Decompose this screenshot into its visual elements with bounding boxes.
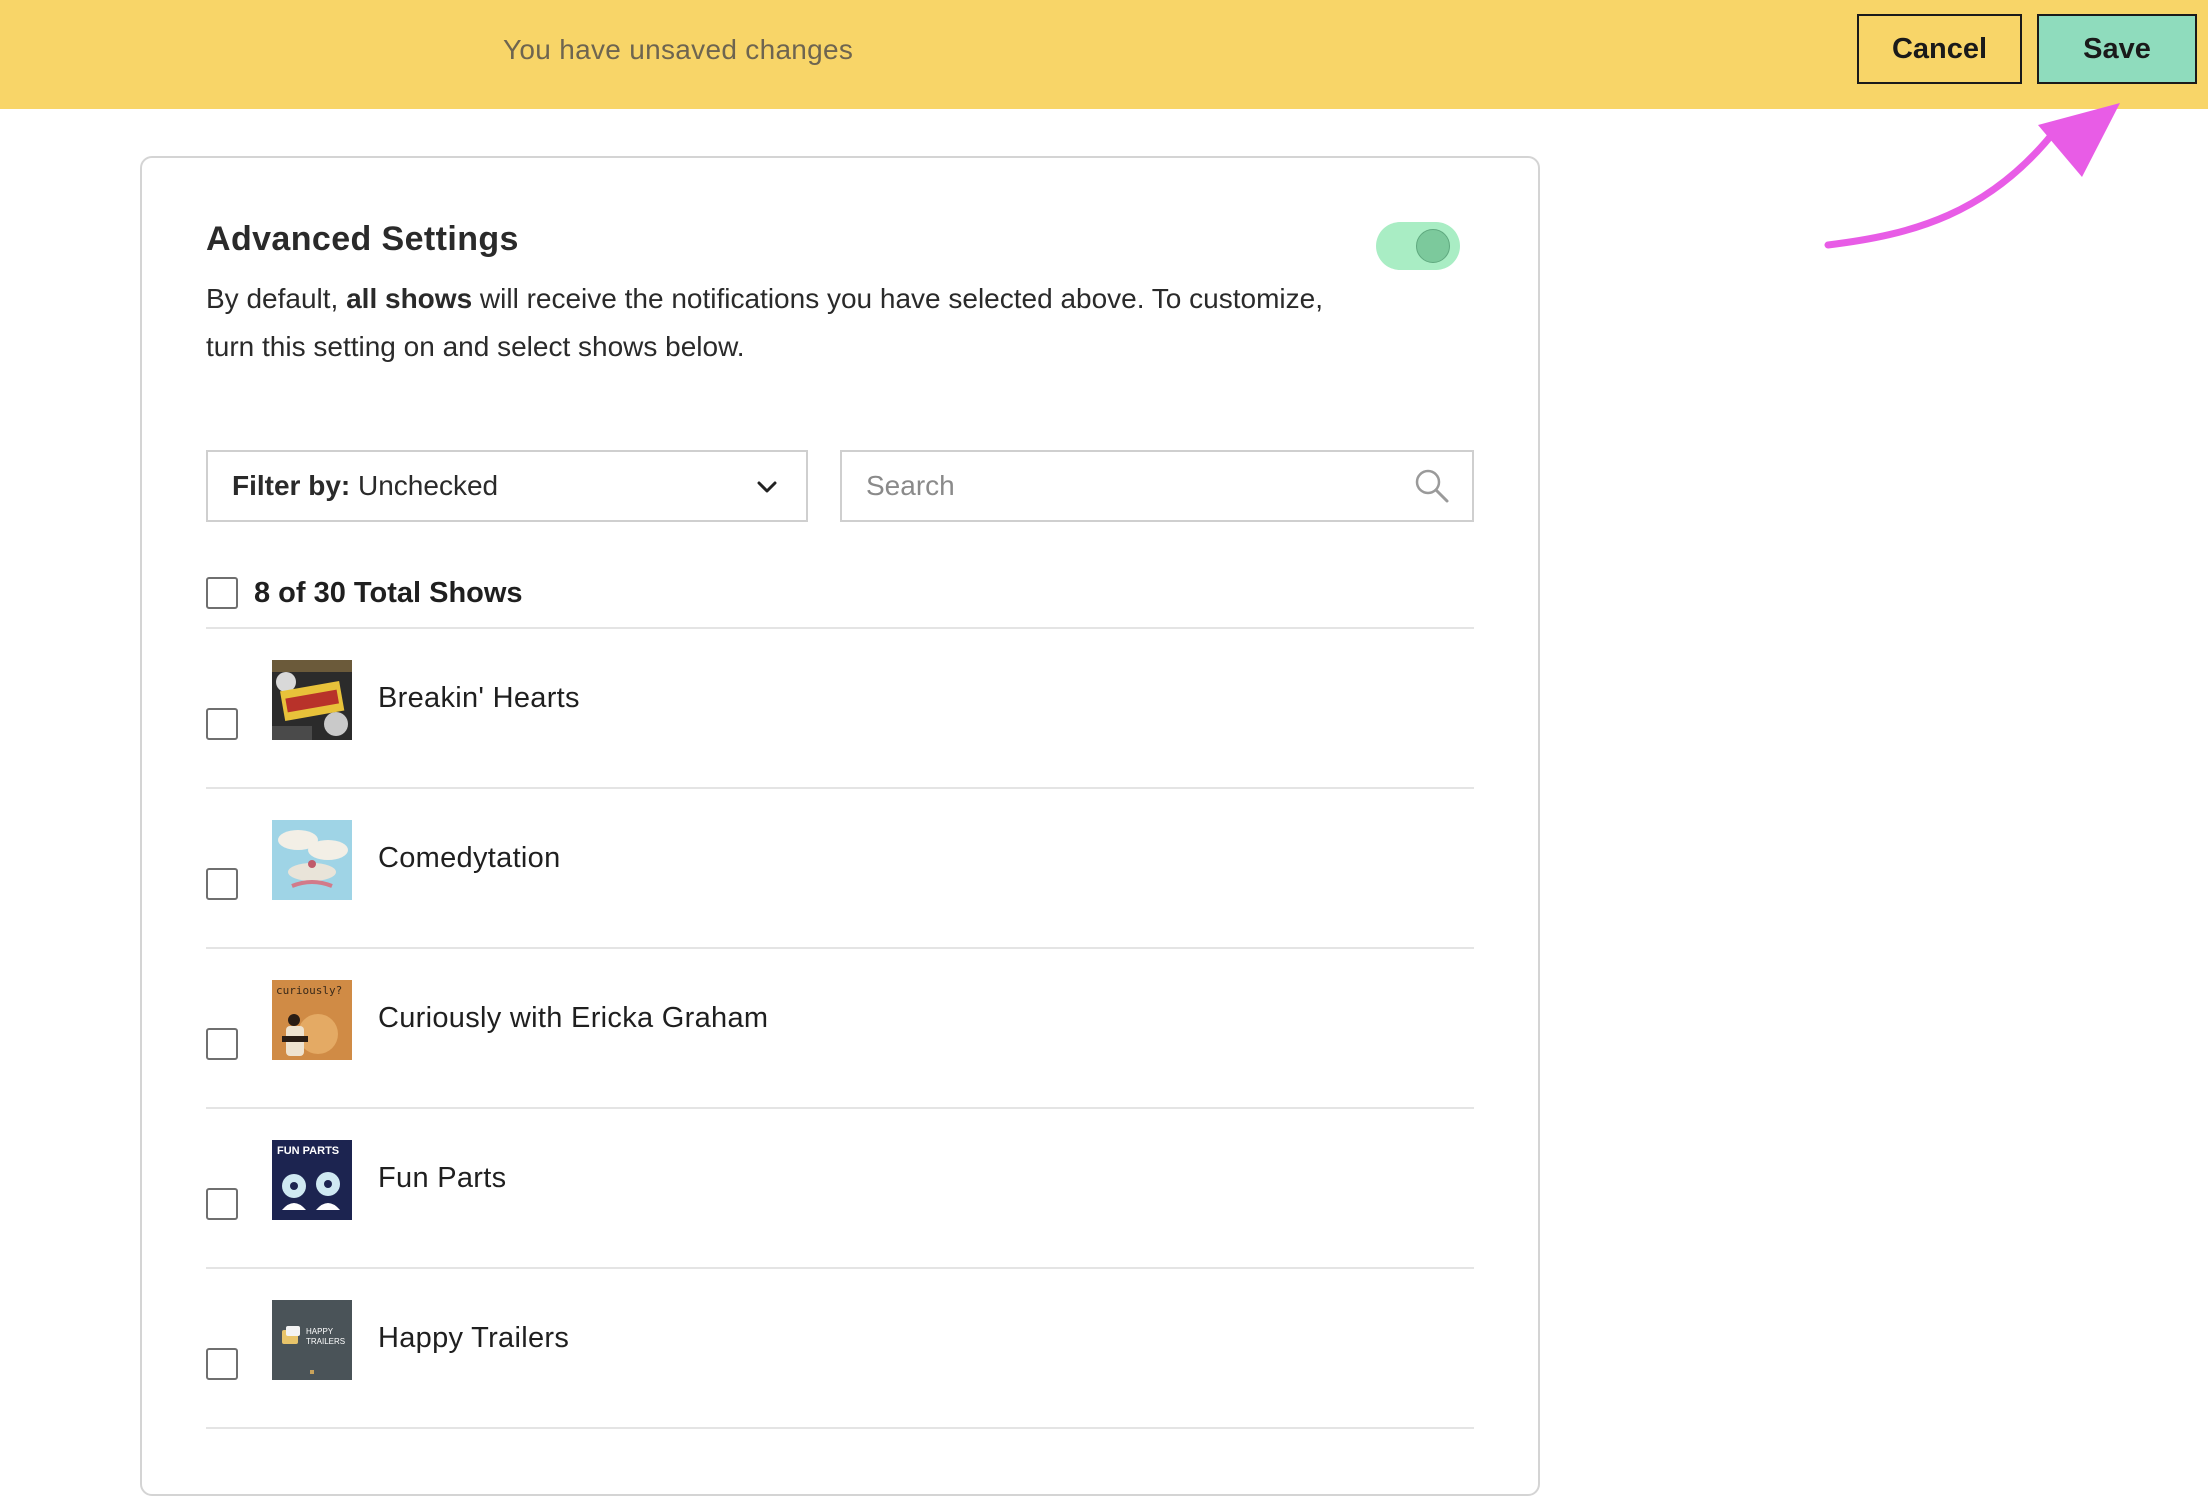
list-item: FUN PARTS Fun Parts [206,1108,1474,1268]
show-name: Breakin' Hearts [378,682,580,714]
select-all-checkbox[interactable] [206,577,238,609]
show-name: Fun Parts [378,1162,507,1194]
show-checkbox[interactable] [206,1028,238,1060]
fun-parts-artwork-text: FUN PARTS [277,1145,339,1157]
show-checkbox[interactable] [206,1188,238,1220]
list-item: Breakin' Hearts [206,628,1474,788]
breakin-hearts-artwork-icon [272,660,352,740]
advanced-settings-title: Advanced Settings [206,220,519,258]
select-all-row: 8 of 30 Total Shows [206,575,523,611]
unsaved-changes-bar: You have unsaved changes Cancel Save [0,0,2208,109]
list-divider [206,1427,1474,1429]
filter-selected-value: Unchecked [358,470,499,501]
show-name: Comedytation [378,842,561,874]
search-icon[interactable] [1414,468,1450,504]
show-checkbox[interactable] [206,868,238,900]
save-button[interactable]: Save [2037,14,2197,84]
happy-trailers-artwork-text-1: HAPPY [306,1327,334,1336]
show-checkbox[interactable] [206,1348,238,1380]
advanced-settings-toggle[interactable] [1376,222,1460,270]
list-item: HAPPY TRAILERS Happy Trailers [206,1268,1474,1428]
filter-label: Filter by: Unchecked [232,452,498,520]
toggle-knob [1416,229,1450,263]
filter-dropdown[interactable]: Filter by: Unchecked [206,450,808,522]
curiously-artwork-text: curiously? [276,984,342,997]
fun-parts-artwork-icon: FUN PARTS [272,1140,352,1220]
cancel-button[interactable]: Cancel [1857,14,2022,84]
show-name: Curiously with Ericka Graham [378,1002,769,1034]
unsaved-changes-message: You have unsaved changes [503,34,854,65]
happy-trailers-artwork-icon: HAPPY TRAILERS [272,1300,352,1380]
happy-trailers-artwork-text-2: TRAILERS [306,1337,345,1346]
filter-label-prefix: Filter by: [232,470,351,501]
search-field [840,450,1474,522]
search-input[interactable] [866,462,1386,510]
chevron-down-icon [757,481,777,493]
show-name: Happy Trailers [378,1322,570,1354]
show-checkbox[interactable] [206,708,238,740]
curiously-artwork-icon: curiously? [272,980,352,1060]
description-prefix: By default, [206,283,347,314]
advanced-settings-description: By default, all shows will receive the n… [206,275,1356,371]
description-bold: all shows [346,283,473,314]
annotation-arrow-icon [1824,103,2120,249]
list-item: Comedytation [206,788,1474,948]
total-shows-label: 8 of 30 Total Shows [254,576,523,609]
comedytation-artwork-icon [272,820,352,900]
list-item: curiously? Curiously with Ericka Graham [206,948,1474,1108]
